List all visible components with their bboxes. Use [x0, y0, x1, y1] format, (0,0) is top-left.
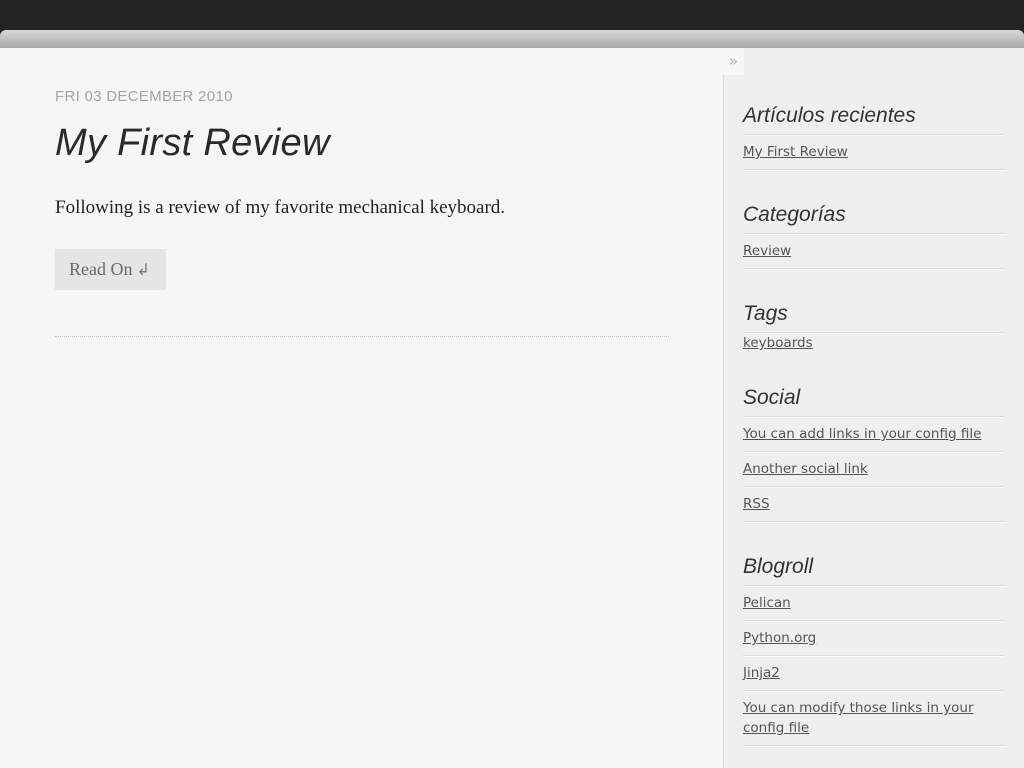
divider [743, 690, 1004, 692]
divider [743, 585, 1004, 587]
post-date: FRI 03 DECEMBER 2010 [55, 88, 233, 105]
tags-title: Tags [743, 302, 788, 325]
page: FRI 03 DECEMBER 2010 My First Review Fol… [0, 48, 1024, 768]
rss-link[interactable]: RSS [743, 494, 770, 514]
recent-articles-title: Artículos recientes [743, 104, 916, 127]
social-link[interactable]: You can add links in your config file [743, 424, 981, 444]
post-divider [55, 336, 669, 337]
post-title-link[interactable]: My First Review [55, 122, 330, 165]
blogroll-link[interactable]: You can modify those links in your confi… [743, 698, 978, 738]
blogroll-link[interactable]: Pelican [743, 593, 791, 613]
post-summary: Following is a review of my favorite mec… [55, 197, 506, 218]
divider [743, 233, 1004, 235]
tag-link[interactable]: keyboards [743, 333, 813, 353]
header-bar [0, 30, 1024, 48]
collapse-sidebar-icon[interactable]: » [723, 48, 744, 75]
divider [743, 169, 1004, 171]
divider [743, 486, 1004, 488]
divider [743, 268, 1004, 270]
blogroll-title: Blogroll [743, 555, 814, 578]
blogroll-link[interactable]: Jinja2 [743, 663, 780, 683]
categories-title: Categorías [743, 203, 846, 226]
divider [743, 451, 1004, 453]
divider [743, 620, 1004, 622]
recent-article-link[interactable]: My First Review [743, 142, 848, 162]
divider [743, 416, 1004, 418]
divider [743, 521, 1004, 523]
divider [743, 655, 1004, 657]
return-arrow-icon: ↲ [136, 262, 150, 279]
top-bar [0, 0, 1024, 30]
main-content: FRI 03 DECEMBER 2010 My First Review Fol… [0, 48, 723, 768]
read-on-label: Read On [69, 259, 133, 279]
social-title: Social [743, 386, 801, 409]
read-on-button[interactable]: Read On ↲ [55, 249, 166, 290]
divider [743, 745, 1004, 747]
social-link[interactable]: Another social link [743, 459, 868, 479]
category-link[interactable]: Review [743, 241, 791, 261]
blogroll-link[interactable]: Python.org [743, 628, 816, 648]
divider [743, 134, 1004, 136]
